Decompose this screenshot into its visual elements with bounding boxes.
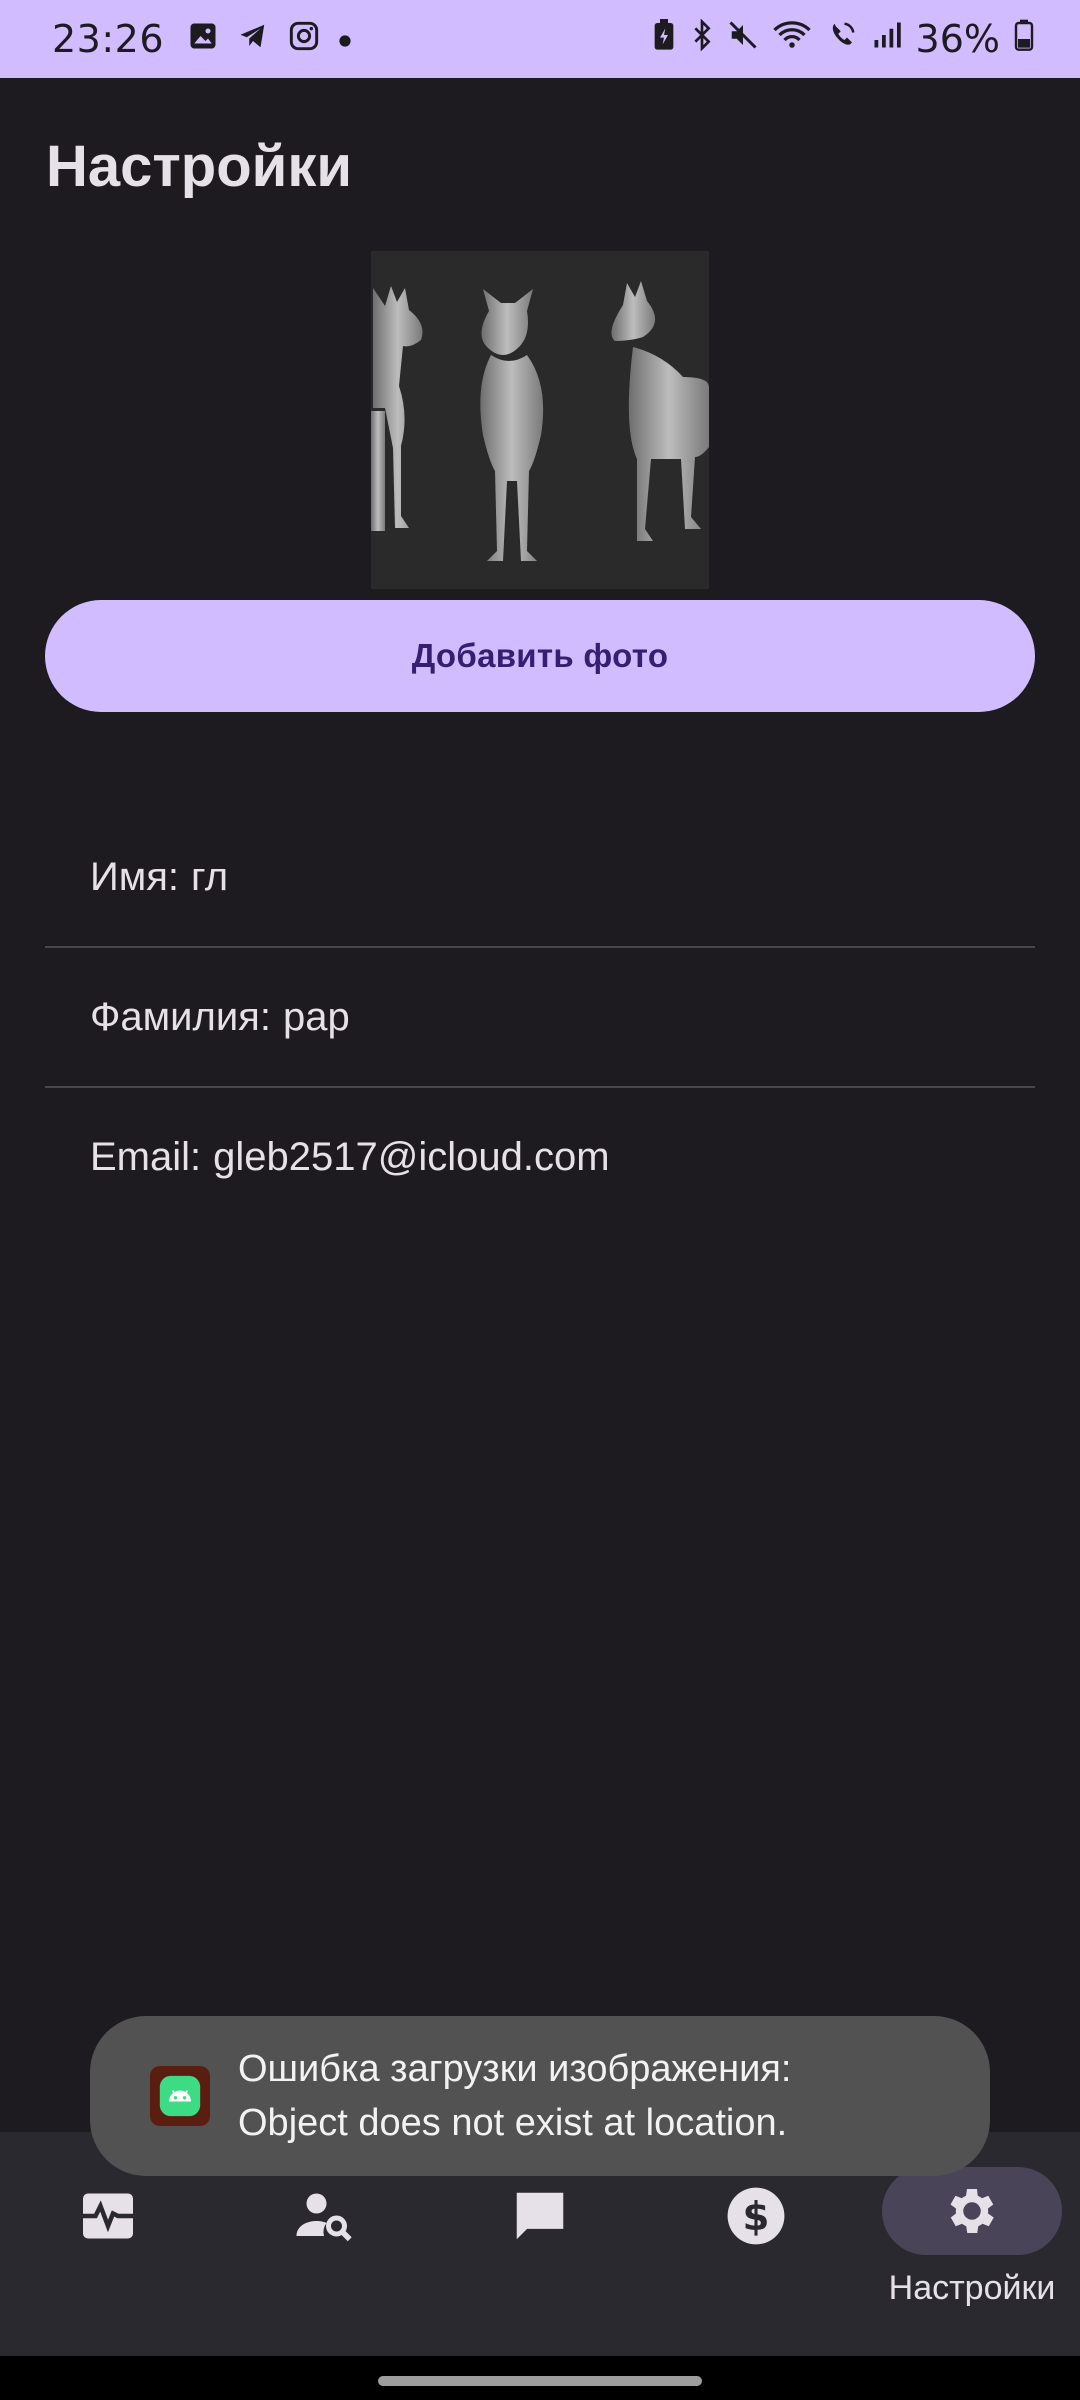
last-name-value: рар [282, 994, 350, 1039]
toast-line-2: Object does not exist at location. [238, 2102, 788, 2144]
mute-icon [728, 20, 758, 58]
first-name-value: гл [191, 854, 229, 899]
last-name-row: Фамилия: рар [45, 948, 1035, 1086]
profile-photo [371, 251, 709, 589]
battery-saver-icon [652, 19, 676, 59]
last-name-label: Фамилия: [90, 994, 271, 1039]
page-title: Настройки [46, 134, 353, 199]
error-toast: Ошибка загрузки изображения: Object does… [90, 2016, 990, 2176]
gear-icon [950, 2189, 994, 2233]
settings-screen: Настройки Добавить фото Имя: гл Фамилия:… [0, 78, 1080, 2132]
home-gesture-handle[interactable] [378, 2376, 702, 2386]
telegram-icon [236, 21, 270, 57]
status-time: 23:26 [52, 17, 165, 61]
email-label: Email: [90, 1134, 202, 1179]
profile-info-list: Имя: гл Фамилия: рар Email: gleb2517@icl… [45, 808, 1035, 1226]
system-icons: 36% [652, 17, 1034, 61]
battery-icon [1014, 19, 1034, 59]
dog-statue-photo [371, 251, 709, 589]
gallery-icon [188, 21, 218, 57]
status-bar: 23:26 36% [0, 0, 1080, 78]
system-gesture-bar [0, 2356, 1080, 2400]
nav-label-settings: Настройки [888, 2269, 1056, 2307]
bluetooth-icon [690, 18, 714, 59]
android-app-icon [150, 2066, 210, 2126]
toast-line-1: Ошибка загрузки изображения: [238, 2048, 792, 2090]
email-row: Email: gleb2517@icloud.com [45, 1088, 1035, 1226]
add-photo-button[interactable]: Добавить фото [45, 600, 1035, 712]
activity-monitor-icon [83, 2193, 133, 2239]
svg-text:$: $ [743, 2195, 770, 2240]
toast-message: Ошибка загрузки изображения: Object does… [238, 2042, 791, 2150]
first-name-label: Имя: [90, 854, 180, 899]
wifi-call-icon [826, 20, 858, 58]
nav-active-indicator [882, 2167, 1062, 2255]
chat-icon [516, 2192, 564, 2240]
wifi-icon [772, 20, 812, 58]
battery-percent: 36% [915, 17, 1000, 61]
email-value: gleb2517@icloud.com [213, 1134, 610, 1179]
notification-icons [188, 20, 352, 58]
dot-icon [338, 24, 352, 54]
instagram-icon [288, 20, 320, 58]
first-name-row: Имя: гл [45, 808, 1035, 946]
dollar-icon: $ [727, 2187, 785, 2245]
person-search-icon [296, 2193, 352, 2242]
signal-icon [872, 20, 902, 58]
